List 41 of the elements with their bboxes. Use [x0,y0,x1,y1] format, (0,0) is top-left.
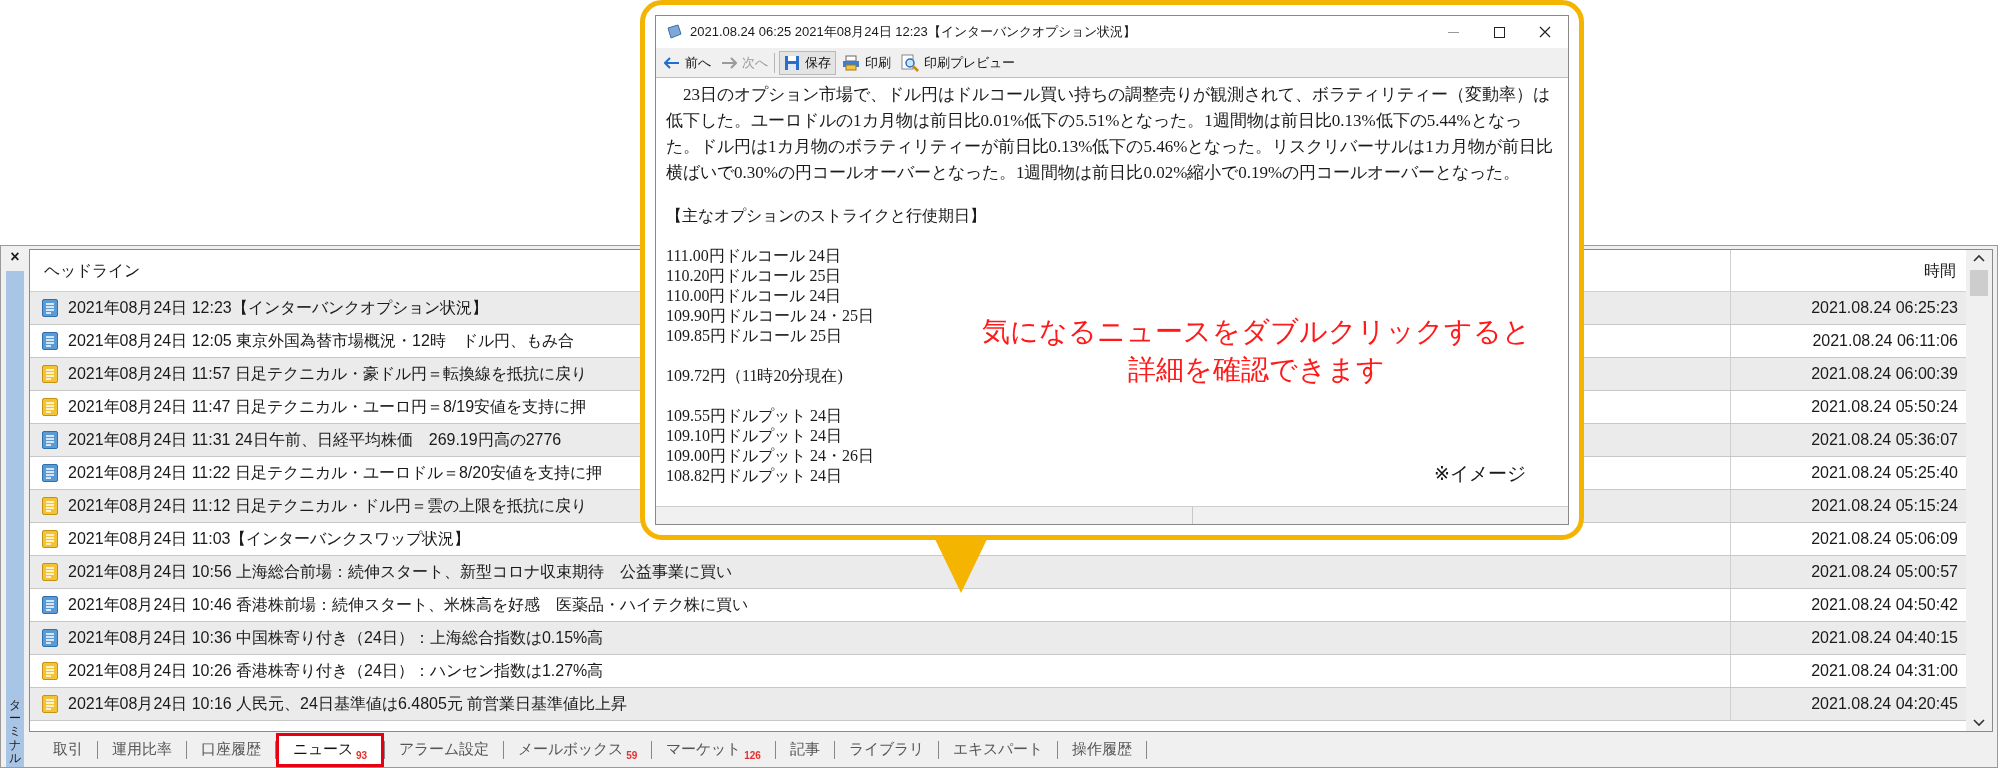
time-text: 2021.08.24 04:31:00 [1811,661,1958,681]
time-text: 2021.08.24 04:20:45 [1811,694,1958,714]
headline-text: 2021年08月24日 10:26 香港株寄り付き（24日）：ハンセン指数は1.27%高 [68,661,604,681]
article-line: 108.82円ドルプット 24日 [666,466,842,486]
time-text: 2021.08.24 06:00:39 [1811,364,1958,384]
article-line: 109.55円ドルプット 24日 [666,406,842,426]
time-text: 2021.08.24 06:25:23 [1811,298,1958,318]
article-line: 111.00円ドルコール 24日 [666,246,841,266]
headline-text: 2021年08月24日 11:47 日足テクニカル・ユーロ円＝8/19安値を支持に押 [68,397,587,417]
article-line: 109.90円ドルコール 24・25日 [666,306,874,326]
side-label: ターミナル [6,271,24,767]
article-line: 109.85円ドルコール 25日 [666,326,842,346]
time-text: 2021.08.24 06:11:06 [1812,331,1958,351]
article-line: 109.00円ドルプット 24・26日 [666,446,874,466]
note-text: ※イメージ [1434,463,1526,483]
time-text: 2021.08.24 05:06:09 [1811,529,1958,549]
headline-text: 2021年08月24日 10:56 上海総合前場：続伸スタート、新型コロナ収束期待 公益事業に買い [68,562,733,582]
time-text: 2021.08.24 04:50:42 [1811,595,1958,615]
headline-text: 2021年08月24日 11:57 日足テクニカル・豪ドル円＝転換線を抵抗に戻り [68,364,587,384]
headline-text: 2021年08月24日 11:03【インターバンクスワップ状況】 [68,529,471,549]
time-text: 2021.08.24 05:00:57 [1811,562,1958,582]
article-line: 109.72円（11時20分現在) [666,366,843,386]
time-text: 2021.08.24 05:36:07 [1811,430,1958,450]
time-text: 2021.08.24 04:40:15 [1811,628,1958,648]
headline-text: 2021年08月24日 11:12 日足テクニカル・ドル円＝雲の上限を抵抗に戻り [68,496,587,516]
article-paragraph: 23日のオプション市場で、ドル円はドルコール買い持ちの調整売りが観測されて、ボラティリティー（変動率）は低下した。ユーロドルの1カ月物は前日比0.01%低下の5.51%となった。1週間物は前日比0.13%低下の5.44%となった。ドル円は1カ月物のボラティリティーが前日比0.13%低下の5.46%となった。リスクリバーサルは1カ月物が前日比横ばいで0.30%の円コールオーバーとなった。1週間物は前日比0.02%縮小で0.19%の円コールオーバーとなった。 [666,84,1554,184]
headline-text: 2021年08月24日 12:05 東京外国為替市場概況・12時 ドル円、もみ合 [68,331,574,351]
headline-text: 2021年08月24日 12:23【インターバンクオプション状況】 [68,298,488,318]
time-text: 2021.08.24 05:25:40 [1811,463,1958,483]
time-text: 2021.08.24 05:50:24 [1811,397,1958,417]
article-line: 110.20円ドルコール 25日 [666,266,842,286]
headline-text: 2021年08月24日 10:36 中国株寄り付き（24日）：上海総合指数は0.15%高 [68,628,604,648]
window-title: 2021.08.24 06:25 2021年08月24日 12:23【インターバンクオプション状況】 [690,23,1136,42]
headline-text: 2021年08月24日 11:31 24日午前、日経平均株価 269.19円高の2776 [68,430,562,450]
article-line: 110.00円ドルコール 24日 [666,286,842,306]
article-line: 【主なオプションのストライクと行使期日】 [666,206,986,226]
headline-text: 2021年08月24日 10:16 人民元、24日基準値は6.4805元 前営業日基準値比上昇 [68,694,628,714]
time-text: 2021.08.24 05:15:24 [1811,496,1958,516]
headline-text: 2021年08月24日 10:46 香港株前場：続伸スタート、米株高を好感 医薬品・ハイテク株に買い [68,595,749,615]
article-line: 109.10円ドルプット 24日 [666,426,842,446]
headline-text: 2021年08月24日 11:22 日足テクニカル・ユーロドル＝8/20安値を支持に押 [68,463,603,483]
